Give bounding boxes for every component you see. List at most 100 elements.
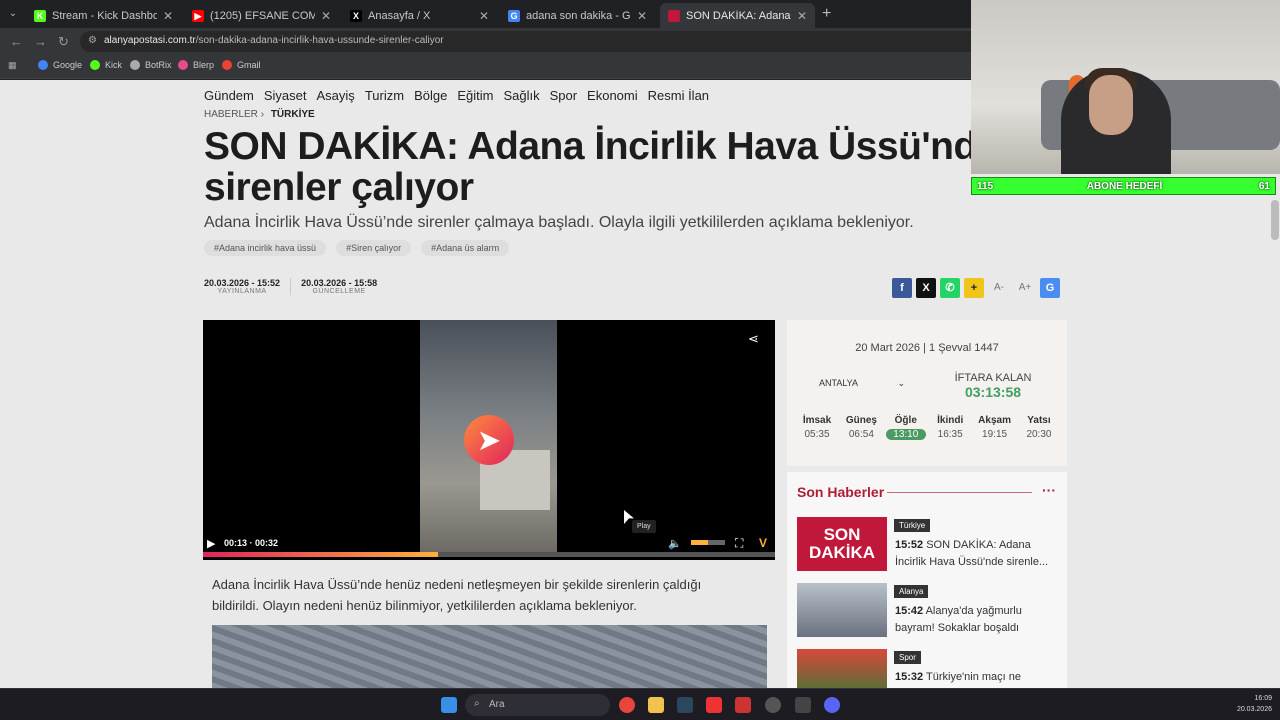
bookmark-5[interactable]: Gmail	[222, 60, 261, 70]
prayer-time-value: 20:30	[1026, 429, 1052, 440]
heading-divider	[887, 492, 1032, 493]
thumbnail-text: SON DAKİKA	[808, 525, 876, 562]
play-icon[interactable]: ▶	[207, 537, 215, 550]
tab-close-icon[interactable]: ✕	[479, 9, 489, 23]
chevron-down-icon: ⌄	[897, 378, 905, 388]
nav-item[interactable]: Resmi İlan	[648, 88, 709, 103]
chrome-icon[interactable]	[619, 697, 635, 713]
tab-search-icon[interactable]: ⌄	[4, 5, 22, 23]
x-share-icon[interactable]: X	[916, 278, 936, 298]
nav-item[interactable]: Turizm	[365, 88, 404, 103]
iftar-countdown: İFTARA KALAN 03:13:58	[954, 372, 1032, 400]
tab-close-icon[interactable]: ✕	[797, 9, 807, 23]
video-progress-fill	[203, 552, 438, 557]
nav-item[interactable]: Sağlık	[503, 88, 539, 103]
taskbar-clock[interactable]: 16:09 20.03.2026	[1228, 693, 1272, 715]
bookmark-3[interactable]: BotRix	[130, 60, 172, 70]
video-share-icon[interactable]: ⋖	[748, 331, 759, 347]
nav-item[interactable]: Siyaset	[264, 88, 307, 103]
search-icon: ⌕	[474, 698, 480, 709]
back-icon[interactable]: ←	[10, 34, 23, 49]
nav-item[interactable]: Bölge	[414, 88, 447, 103]
prayer-time-value: 13:10	[885, 429, 926, 440]
nav-item[interactable]: Eğitim	[457, 88, 493, 103]
tab-close-icon[interactable]: ✕	[163, 9, 173, 23]
site-nav: Gündem Siyaset Asayiş Turizm Bölge Eğitim Sağl…	[204, 88, 719, 103]
volume-slider[interactable]	[691, 540, 725, 545]
tab-4[interactable]: Gadana son dakika - Google'da A ✕	[500, 3, 655, 28]
subscriber-goal-bar: 115 ABONE HEDEFİ 61	[971, 177, 1276, 195]
bookmark-label: Google	[53, 60, 83, 70]
apps-icon[interactable]: ▦	[8, 60, 17, 71]
news-item[interactable]: Alanya 15:42 Alanya'da yağmurlu bayram! S…	[797, 583, 1062, 639]
prayer-time-value: 19:15	[982, 429, 1008, 440]
bookmark-1[interactable]: Google	[38, 60, 82, 70]
news-thumbnail: SON DAKİKA	[797, 517, 887, 571]
tab-2[interactable]: ▶ (1205) EFSANE COMBO KIŞKIR ✕	[184, 3, 339, 28]
prayer-time-value: 06:54	[848, 429, 874, 440]
nav-item[interactable]: Spor	[550, 88, 577, 103]
tab-favicon-icon: X	[350, 9, 362, 22]
system-tray[interactable]	[912, 698, 1222, 712]
discord-icon[interactable]	[824, 697, 840, 713]
start-icon[interactable]	[441, 697, 457, 713]
tab-close-icon[interactable]: ✕	[321, 9, 331, 23]
app2-icon[interactable]	[795, 697, 811, 713]
page-scrollbar[interactable]	[1271, 200, 1279, 240]
whatsapp-share-icon[interactable]: ✆	[940, 278, 960, 298]
city-select[interactable]: ANTALYA ⌄	[819, 378, 905, 388]
youtube-icon[interactable]	[706, 697, 722, 713]
prayer-time-name: Akşam	[978, 415, 1011, 426]
site-info-icon[interactable]: ⚙	[88, 35, 97, 46]
font-decrease-button[interactable]: A-	[988, 278, 1010, 298]
explorer-icon[interactable]	[648, 697, 664, 713]
google-news-icon[interactable]: G	[1040, 278, 1060, 298]
news-time: 15:42	[895, 605, 924, 617]
app-icon[interactable]	[735, 697, 751, 713]
prayer-time-4: İkindi 16:35	[930, 415, 970, 440]
nav-item[interactable]: Gündem	[204, 88, 254, 103]
tab-close-icon[interactable]: ✕	[637, 9, 647, 23]
reload-icon[interactable]: ↻	[58, 34, 69, 50]
forward-icon[interactable]: →	[34, 34, 47, 49]
obs-icon[interactable]	[765, 697, 781, 713]
prayer-time-name: Öğle	[894, 415, 917, 426]
taskbar-search[interactable]: ⌕ Ara	[465, 694, 610, 716]
tab-5[interactable]: SON DAKİKA: Adana İncirlik Ha ✕	[660, 3, 815, 28]
tag-chip[interactable]: #Adana üs alarm	[421, 240, 510, 256]
tag-chip[interactable]: #Siren çalıyor	[336, 240, 412, 256]
breadcrumb-root[interactable]: HABERLER	[204, 109, 258, 120]
nav-item[interactable]: Asayiş	[317, 88, 355, 103]
news-item[interactable]: SON DAKİKA Türkiye 15:52 SON DAKİKA: Adana…	[797, 517, 1062, 573]
tag-chip[interactable]: #Adana incirlik hava üssü	[204, 240, 327, 256]
tab-1[interactable]: K Stream - Kick Dashboard ✕	[26, 3, 181, 28]
latest-news-heading: Son Haberler	[797, 484, 885, 500]
more-icon[interactable]: ···	[1042, 482, 1056, 498]
news-text: 15:32 Türkiye'nin maçı ne	[895, 669, 1060, 686]
url-bar[interactable]: ⚙ alanyapostasi.com.tr/son-dakika-adana-…	[80, 31, 980, 52]
page-title: SON DAKİKA: Adana İncirlik Hava Üssü'nde…	[204, 125, 999, 209]
video-logo-icon: ➤	[464, 415, 514, 465]
volume-icon[interactable]: 🔈	[668, 537, 682, 550]
news-item[interactable]: Spor 15:32 Türkiye'nin maçı ne	[797, 649, 1062, 688]
breadcrumb-separator: ›	[260, 109, 265, 120]
bookmark-4[interactable]: Blerp	[178, 60, 214, 70]
news-time: 15:52	[895, 539, 924, 551]
bookmark-label: BotRix	[145, 60, 172, 70]
steam-icon[interactable]	[677, 697, 693, 713]
breadcrumb-current[interactable]: TÜRKİYE	[271, 109, 315, 120]
tab-title: SON DAKİKA: Adana İncirlik Ha	[686, 9, 791, 22]
video-player[interactable]: ➤ ⋖ ▶ 00:13 · 00:32 🔈 ⛶ V	[203, 320, 775, 560]
video-progress[interactable]	[203, 552, 775, 557]
prayer-times: İmsak 05:35 Güneş 06:54 Öğle 13:10 İkindi 16:35…	[797, 415, 1059, 440]
prayer-date: 20 Mart 2026 | 1 Şevval 1447	[855, 342, 999, 354]
url-text: alanyapostasi.com.tr/son-dakika-adana-in…	[104, 35, 444, 46]
more-share-icon[interactable]: +	[964, 278, 984, 298]
bookmark-2[interactable]: Kick	[90, 60, 122, 70]
new-tab-button[interactable]: +	[822, 5, 831, 23]
nav-item[interactable]: Ekonomi	[587, 88, 638, 103]
facebook-share-icon[interactable]: f	[892, 278, 912, 298]
font-increase-button[interactable]: A+	[1014, 278, 1036, 298]
tab-3[interactable]: X Anasayfa / X ✕	[342, 3, 497, 28]
fullscreen-icon[interactable]: ⛶	[735, 536, 743, 551]
